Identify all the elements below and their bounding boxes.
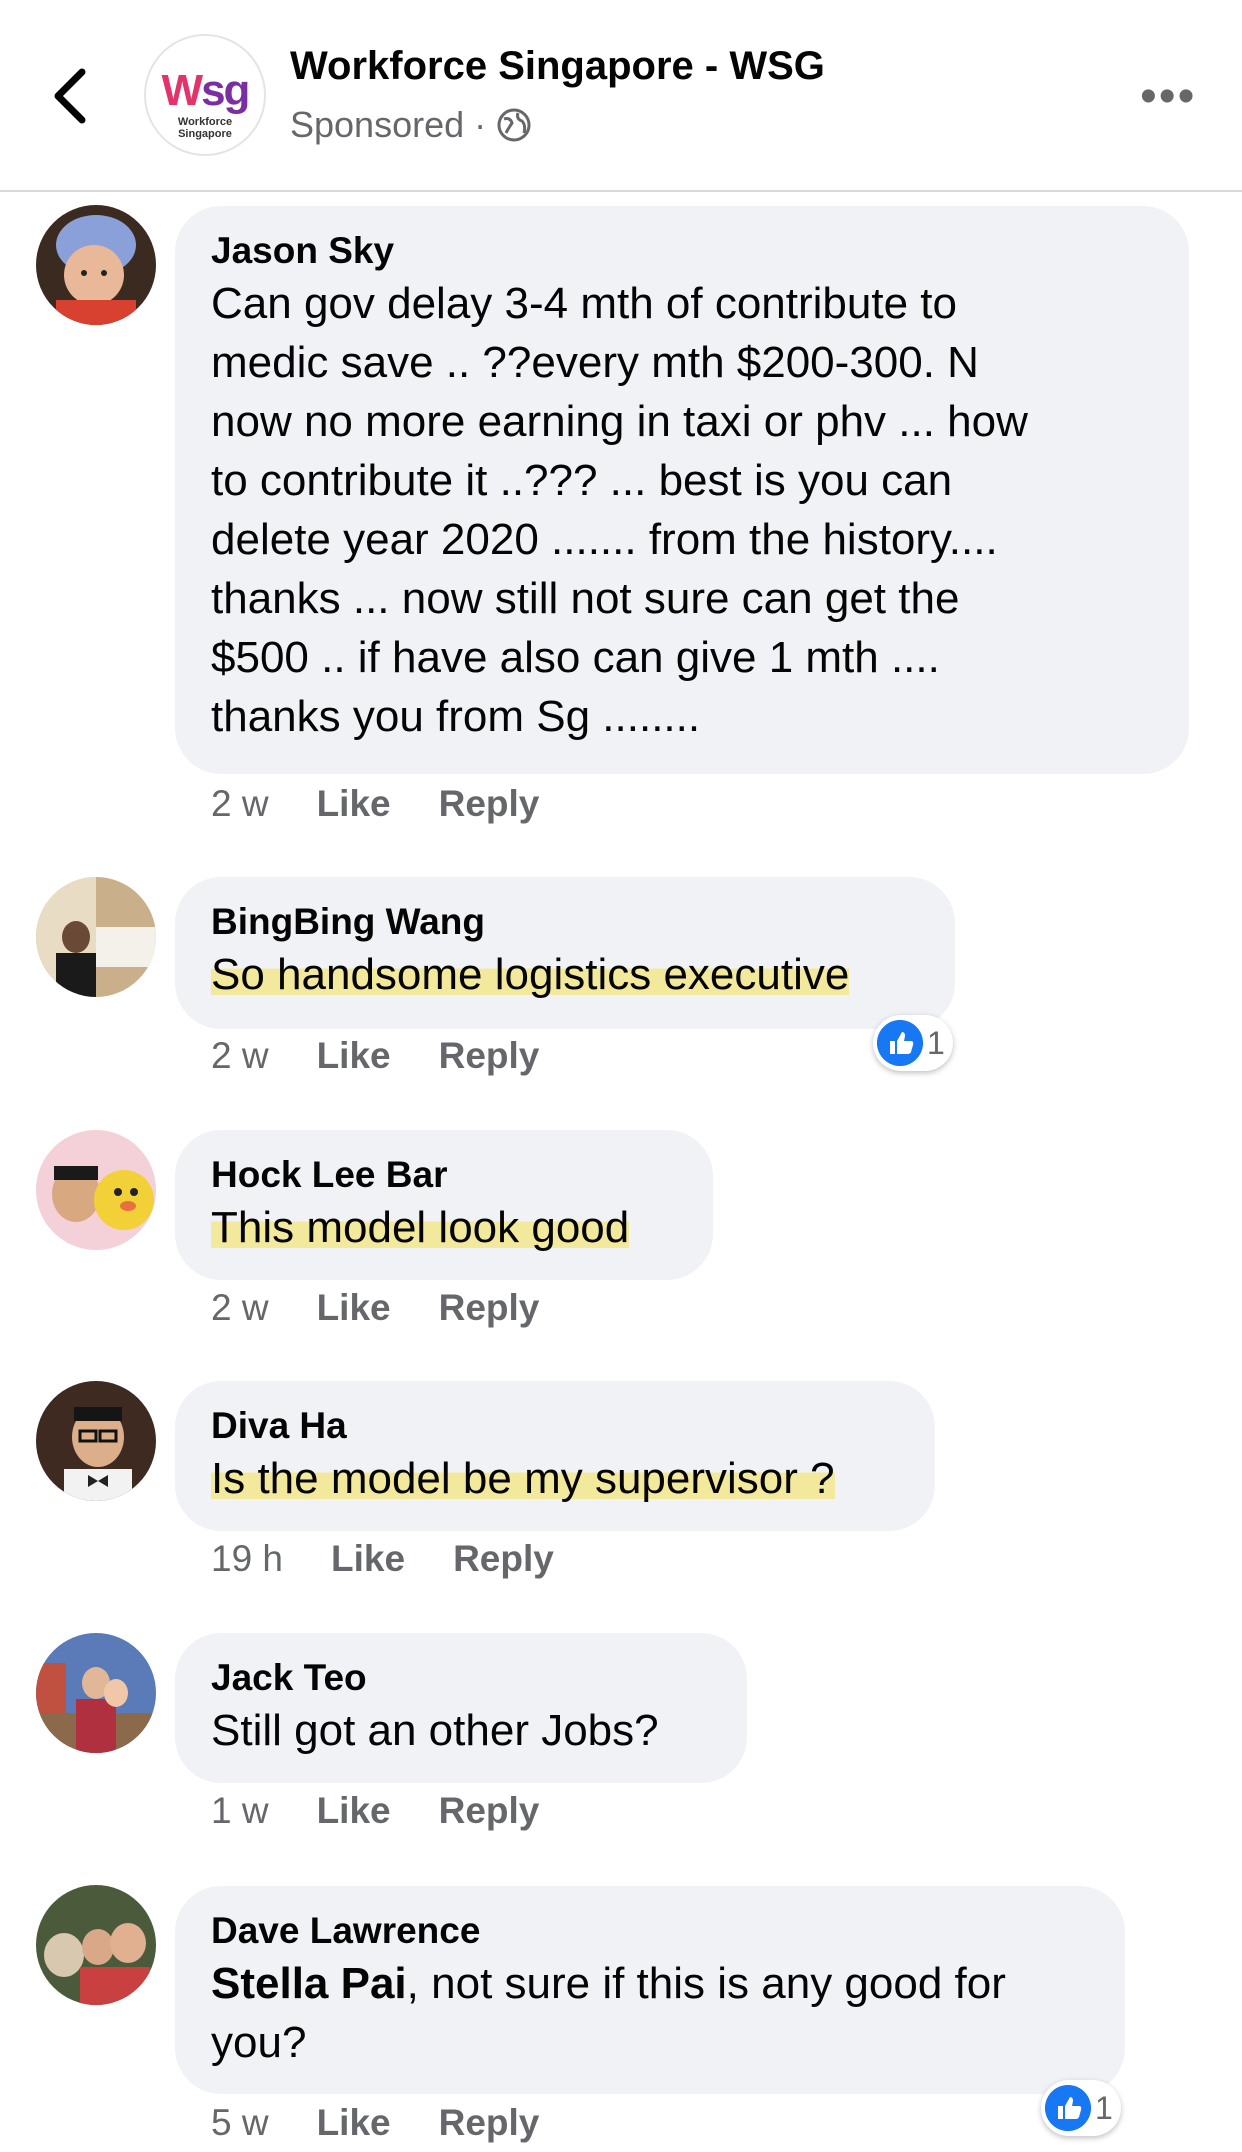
comment-text: Still got an other Jobs? [211, 1706, 659, 1755]
reply-button[interactable]: Reply [439, 1035, 540, 1077]
reply-button[interactable]: Reply [439, 2102, 540, 2144]
comment-author[interactable]: Jack Teo [211, 1655, 711, 1701]
comment-author[interactable]: Dave Lawrence [211, 1908, 1089, 1954]
comment-actions: 2 w Like Reply [211, 1287, 539, 1329]
reply-button[interactable]: Reply [439, 783, 540, 825]
avatar-jason-sky-image [36, 205, 156, 325]
page-avatar-logo[interactable]: Wsg Workforce Singapore [144, 34, 266, 156]
comment-text: This model look good [211, 1203, 630, 1252]
avatar-diva-ha-image [36, 1381, 156, 1501]
comment-actions: 2 w Like Reply [211, 783, 539, 825]
comment-bubble[interactable]: Jason Sky Can gov delay 3-4 mth of contr… [175, 206, 1189, 774]
comment-time[interactable]: 2 w [211, 783, 269, 825]
comment-time[interactable]: 2 w [211, 1035, 269, 1077]
globe-icon [497, 108, 531, 142]
comment-bubble[interactable]: Hock Lee Bar This model look good [175, 1130, 713, 1280]
comment-bubble[interactable]: Diva Ha Is the model be my supervisor ? [175, 1381, 935, 1531]
post-header: Wsg Workforce Singapore Workforce Singap… [0, 0, 1242, 192]
comment-time[interactable]: 19 h [211, 1538, 283, 1580]
comment-author[interactable]: Jason Sky [211, 228, 1153, 274]
comment-text: Is the model be my supervisor ? [211, 1454, 835, 1503]
mention-link[interactable]: Stella Pai [211, 1959, 407, 2008]
reply-button[interactable]: Reply [439, 1790, 540, 1832]
comment-text: So handsome logistics executive [211, 950, 850, 999]
avatar-dave-lawrence-image [36, 1885, 156, 2005]
like-button[interactable]: Like [317, 1287, 391, 1329]
like-button[interactable]: Like [317, 1790, 391, 1832]
reaction-count: 1 [1095, 2089, 1113, 2126]
comment-author[interactable]: Diva Ha [211, 1403, 899, 1449]
avatar-hock-lee-bar-image [36, 1130, 156, 1250]
comment-actions: 19 h Like Reply [211, 1538, 554, 1580]
avatar[interactable] [36, 205, 156, 325]
comment-text: Stella Pai, not sure if this is any good… [211, 1959, 1006, 2067]
comment-time[interactable]: 5 w [211, 2102, 269, 2144]
more-options-icon[interactable]: ••• [1140, 73, 1196, 121]
reply-button[interactable]: Reply [453, 1538, 554, 1580]
logo-subtitle: Workforce Singapore [177, 116, 233, 140]
reaction-count: 1 [927, 1024, 945, 1061]
comment-bubble[interactable]: Dave Lawrence Stella Pai, not sure if th… [175, 1886, 1125, 2094]
reaction-badge[interactable]: 1 [1041, 2080, 1121, 2136]
comment-author[interactable]: Hock Lee Bar [211, 1152, 677, 1198]
thumbs-up-icon [877, 1020, 923, 1066]
comment-actions: 5 w Like Reply [211, 2102, 539, 2144]
comment-time[interactable]: 2 w [211, 1287, 269, 1329]
comment-text: Can gov delay 3-4 mth of contribute to m… [211, 279, 1028, 741]
avatar[interactable] [36, 877, 156, 997]
comment-actions: 2 w Like Reply [211, 1035, 539, 1077]
comment-time[interactable]: 1 w [211, 1790, 269, 1832]
avatar[interactable] [36, 1130, 156, 1250]
avatar[interactable] [36, 1381, 156, 1501]
like-button[interactable]: Like [317, 2102, 391, 2144]
avatar[interactable] [36, 1885, 156, 2005]
avatar-jack-teo-image [36, 1633, 156, 1753]
avatar-bingbing-wang-image [36, 877, 156, 997]
like-button[interactable]: Like [331, 1538, 405, 1580]
reaction-badge[interactable]: 1 [873, 1015, 953, 1071]
chevron-left-icon[interactable] [48, 64, 98, 128]
like-button[interactable]: Like [317, 1035, 391, 1077]
thumbs-up-icon [1045, 2085, 1091, 2131]
logo-mark: Wsg [161, 66, 251, 115]
like-button[interactable]: Like [317, 783, 391, 825]
comment-actions: 1 w Like Reply [211, 1790, 539, 1832]
avatar[interactable] [36, 1633, 156, 1753]
reply-button[interactable]: Reply [439, 1287, 540, 1329]
comment-bubble[interactable]: BingBing Wang So handsome logistics exec… [175, 877, 955, 1029]
sponsored-label: Sponsored · [290, 104, 532, 146]
comment-author[interactable]: BingBing Wang [211, 899, 919, 945]
comment-bubble[interactable]: Jack Teo Still got an other Jobs? [175, 1633, 747, 1783]
page-name[interactable]: Workforce Singapore - WSG [290, 44, 825, 89]
